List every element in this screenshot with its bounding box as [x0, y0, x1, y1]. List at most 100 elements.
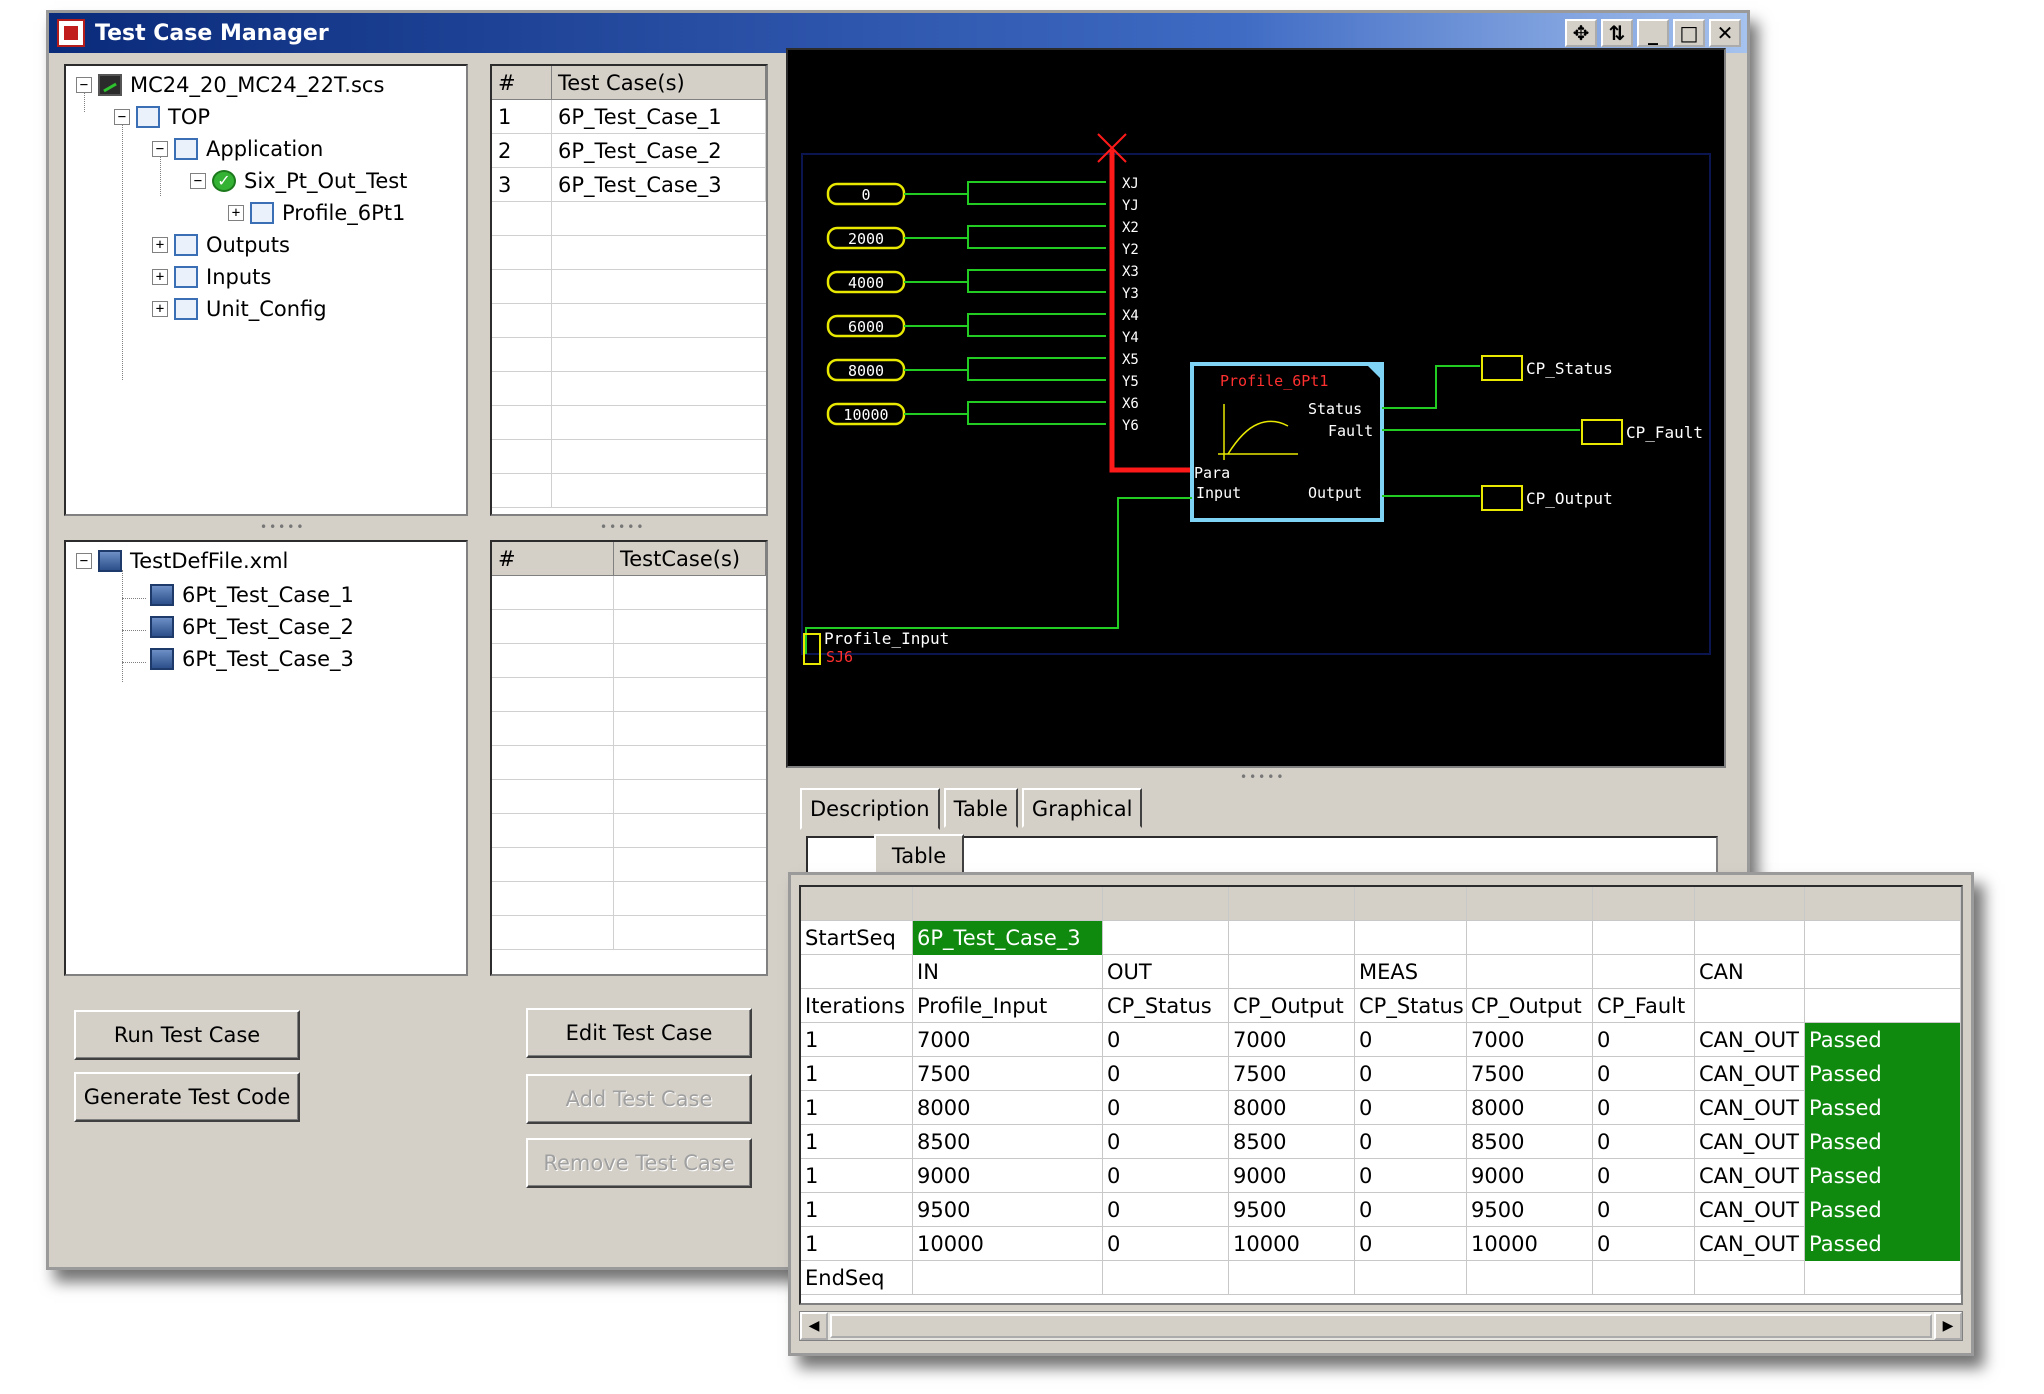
table-row[interactable]: 1 7500 0 7500 0 7500 0 CAN_OUT Passed — [801, 1057, 1961, 1091]
port-fault: Fault — [1328, 422, 1373, 440]
move-icon[interactable]: ✥ — [1565, 19, 1597, 47]
result-cell: Passed — [1805, 1023, 1961, 1057]
table-cell: 10000 — [1467, 1227, 1593, 1261]
splitter-handle[interactable]: ••••• — [600, 520, 645, 534]
pin-label: XJ — [1122, 176, 1139, 192]
scroll-right-icon[interactable]: ▶ — [1934, 1312, 1962, 1340]
table-cell: 9000 — [913, 1159, 1103, 1193]
tree-node-def-item[interactable]: 6Pt_Test_Case_2 — [150, 612, 354, 642]
remove-test-case-button[interactable]: Remove Test Case — [526, 1138, 752, 1188]
expand-icon[interactable]: + — [228, 205, 244, 221]
tree-node-inputs[interactable]: + Inputs — [152, 262, 271, 292]
tab-description[interactable]: Description — [800, 788, 940, 830]
inner-tab-bar: Table — [806, 834, 1718, 878]
diagram-canvas: 0 2000 4000 6000 8000 10000 XJ YJ X2 Y2 … — [801, 133, 1711, 666]
table-cell: 1 — [801, 1023, 913, 1057]
input-value: 8000 — [848, 362, 884, 380]
splitter-handle[interactable]: ••••• — [260, 520, 305, 534]
empty-row — [492, 236, 766, 270]
minimize-button[interactable]: _ — [1637, 19, 1669, 47]
pin-label: Y2 — [1122, 242, 1139, 258]
input-value: 2000 — [848, 230, 884, 248]
table-cell: CAN_OUT — [1695, 1057, 1805, 1091]
collapse-icon[interactable]: − — [152, 141, 168, 157]
table-row[interactable]: 1 10000 0 10000 0 10000 0 CAN_OUT Passed — [801, 1227, 1961, 1261]
edit-test-case-button[interactable]: Edit Test Case — [526, 1008, 752, 1058]
restore-icon[interactable]: ⇅ — [1601, 19, 1633, 47]
tree-node-def-item[interactable]: 6Pt_Test_Case_3 — [150, 644, 354, 674]
tree-node-unit-config[interactable]: + Unit_Config — [152, 294, 327, 324]
table-row[interactable]: StartSeq 6P_Test_Case_3 — [801, 921, 1961, 955]
table-row[interactable]: 1 7000 0 7000 0 7000 0 CAN_OUT Passed — [801, 1023, 1961, 1057]
pin-label: Y6 — [1122, 418, 1139, 434]
generate-test-code-button[interactable]: Generate Test Code — [74, 1072, 300, 1122]
tree-node-top[interactable]: − TOP — [114, 102, 210, 132]
input-tag-sublabel: SJ6 — [826, 648, 853, 666]
collapse-icon[interactable]: − — [114, 109, 130, 125]
tree-node-application[interactable]: − Application — [152, 134, 323, 164]
table-cell: 0 — [1593, 1057, 1695, 1091]
table-row[interactable]: 1 8000 0 8000 0 8000 0 CAN_OUT Passed — [801, 1091, 1961, 1125]
pin-label: X3 — [1122, 264, 1139, 280]
scroll-left-icon[interactable]: ◀ — [800, 1312, 828, 1340]
tree-node-profile[interactable]: + Profile_6Pt1 — [228, 198, 405, 228]
empty-row — [492, 678, 766, 712]
expand-icon[interactable]: + — [152, 301, 168, 317]
scroll-thumb[interactable] — [830, 1314, 1932, 1338]
table-cell: 9000 — [1229, 1159, 1355, 1193]
table-row[interactable]: 1 9000 0 9000 0 9000 0 CAN_OUT Passed — [801, 1159, 1961, 1193]
splitter-handle[interactable]: ••••• — [1240, 770, 1285, 784]
add-test-case-button[interactable]: Add Test Case — [526, 1074, 752, 1124]
tree-node-def-root[interactable]: − TestDefFile.xml — [76, 546, 288, 576]
table-cell: 9500 — [1467, 1193, 1593, 1227]
tab-table[interactable]: Table — [943, 788, 1018, 828]
run-test-case-button[interactable]: Run Test Case — [74, 1010, 300, 1060]
table-cell: 7500 — [1229, 1057, 1355, 1091]
table-cell: 1 — [801, 1227, 913, 1261]
test-case-row[interactable]: 1 6P_Test_Case_1 — [492, 100, 766, 134]
table-cell: 7000 — [913, 1023, 1103, 1057]
pin-label: X5 — [1122, 352, 1139, 368]
collapse-icon[interactable]: − — [76, 553, 92, 569]
expand-icon[interactable]: + — [152, 269, 168, 285]
table-cell: CAN_OUT — [1695, 1091, 1805, 1125]
table-cell: CAN_OUT — [1695, 1159, 1805, 1193]
column-header-test-cases[interactable]: Test Case(s) — [552, 66, 766, 100]
empty-row — [492, 882, 766, 916]
results-table: StartSeq 6P_Test_Case_3 IN OUT MEAS CAN … — [799, 885, 1963, 1305]
tab-graphical[interactable]: Graphical — [1021, 788, 1143, 828]
column-header-number[interactable]: # — [492, 66, 552, 100]
expand-icon[interactable]: + — [152, 237, 168, 253]
table-row[interactable]: IN OUT MEAS CAN — [801, 955, 1961, 989]
empty-row — [492, 848, 766, 882]
collapse-icon[interactable]: − — [190, 173, 206, 189]
table-row[interactable]: Iterations Profile_Input CP_Status CP_Ou… — [801, 989, 1961, 1023]
test-case-row[interactable]: 3 6P_Test_Case_3 — [492, 168, 766, 202]
test-case-row[interactable]: 2 6P_Test_Case_2 — [492, 134, 766, 168]
tree-node-def-item[interactable]: 6Pt_Test_Case_1 — [150, 580, 354, 610]
table-row[interactable]: 1 9500 0 9500 0 9500 0 CAN_OUT Passed — [801, 1193, 1961, 1227]
tree-node-root[interactable]: − MC24_20_MC24_22T.scs — [76, 70, 384, 100]
horizontal-scrollbar[interactable]: ◀ ▶ — [799, 1311, 1963, 1341]
tree-node-outputs[interactable]: + Outputs — [152, 230, 290, 260]
column-header-testcases[interactable]: TestCase(s) — [614, 542, 766, 576]
maximize-button[interactable]: □ — [1673, 19, 1705, 47]
table-row[interactable]: 1 8500 0 8500 0 8500 0 CAN_OUT Passed — [801, 1125, 1961, 1159]
table-cell: 8500 — [913, 1125, 1103, 1159]
tree-node-test[interactable]: − ✓ Six_Pt_Out_Test — [190, 166, 407, 196]
result-cell: Passed — [1805, 1125, 1961, 1159]
input-value: 4000 — [848, 274, 884, 292]
table-cell: 7000 — [1467, 1023, 1593, 1057]
logic-diagram[interactable]: 0 2000 4000 6000 8000 10000 XJ YJ X2 Y2 … — [786, 48, 1726, 768]
collapse-icon[interactable]: − — [76, 77, 92, 93]
close-button[interactable]: ✕ — [1709, 19, 1741, 47]
table-row[interactable]: EndSeq — [801, 1261, 1961, 1295]
column-header-number[interactable]: # — [492, 542, 614, 576]
port-output: Output — [1308, 484, 1362, 502]
empty-row — [492, 814, 766, 848]
port-status: Status — [1308, 400, 1362, 418]
definition-file-tree: − TestDefFile.xml 6Pt_Test_Case_1 6Pt_Te… — [64, 540, 468, 976]
table-cell: 1 — [801, 1125, 913, 1159]
table-cell: 10000 — [1229, 1227, 1355, 1261]
input-value: 6000 — [848, 318, 884, 336]
